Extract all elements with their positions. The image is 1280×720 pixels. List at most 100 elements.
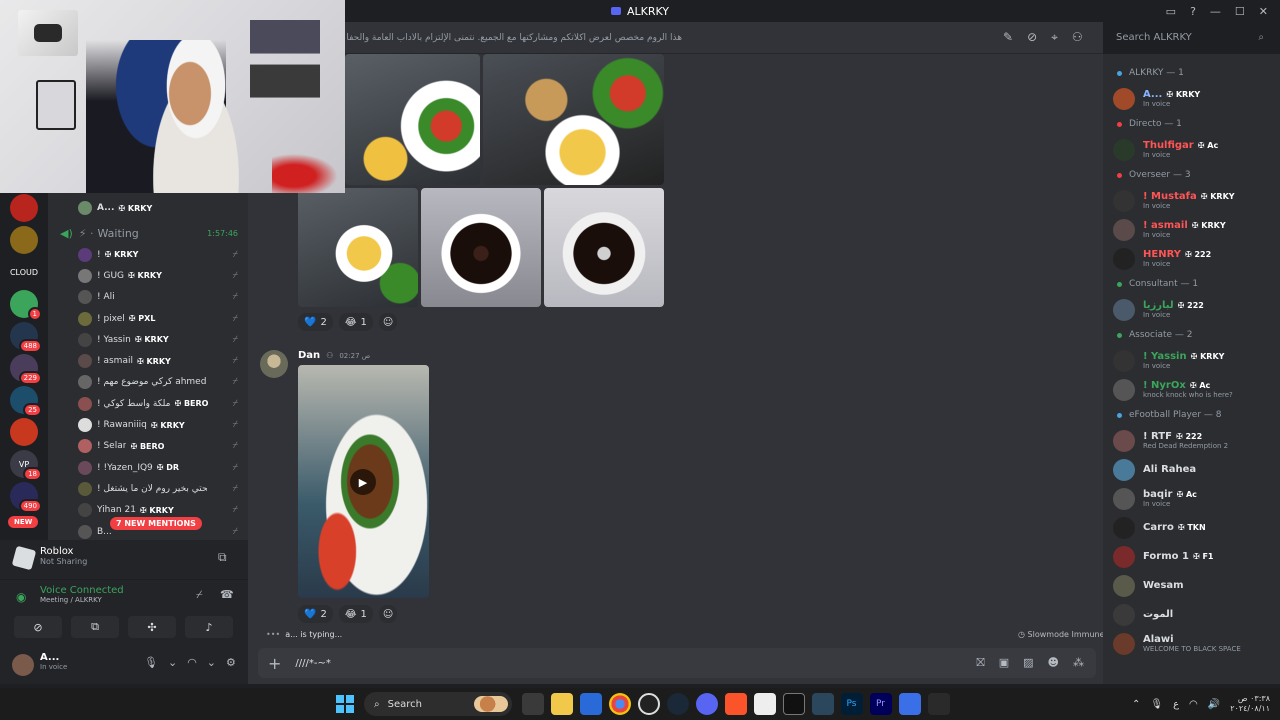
server-icon[interactable]: 1 bbox=[10, 290, 42, 321]
member-row[interactable]: Wesam bbox=[1103, 571, 1280, 600]
chrome-icon[interactable] bbox=[608, 693, 631, 715]
voice-member[interactable]: ! GUG ✠ KRKY ⌿ bbox=[48, 265, 248, 286]
steam-icon[interactable] bbox=[666, 693, 689, 715]
server-icon[interactable] bbox=[10, 226, 38, 254]
voice-status-channel[interactable]: Meeting / ALKRKY bbox=[40, 596, 124, 604]
notifications-muted-icon[interactable]: ⊘ bbox=[1027, 30, 1037, 45]
chevron-down-icon[interactable]: ⌄ bbox=[207, 656, 216, 669]
message-composer[interactable]: + ////*-~* ⛝ ▣ ▨ ☻ ⁂ bbox=[258, 648, 1096, 678]
microphone-icon[interactable]: 🎙 bbox=[144, 656, 158, 669]
maximize-button[interactable]: ☐ bbox=[1235, 5, 1245, 18]
voice-member[interactable]: ! ✠ KRKY ⌿ bbox=[48, 244, 248, 265]
member-row[interactable]: ! Mustafa ✠ KRKY In voice bbox=[1103, 186, 1280, 215]
soundboard-button[interactable]: ♪ bbox=[185, 616, 233, 638]
apps-icon[interactable]: ⁂ bbox=[1073, 656, 1084, 670]
chevron-down-icon[interactable]: ⌄ bbox=[168, 656, 177, 669]
threads-icon[interactable]: ✎ bbox=[1003, 30, 1013, 45]
food-image-1[interactable] bbox=[345, 54, 480, 185]
server-icon[interactable]: 229 bbox=[10, 354, 42, 385]
language-indicator[interactable]: ع bbox=[1173, 699, 1179, 710]
obs-icon[interactable] bbox=[637, 693, 660, 715]
help-icon[interactable]: ? bbox=[1190, 5, 1196, 18]
cake-image-1[interactable] bbox=[421, 188, 541, 307]
photoshop-icon[interactable]: Ps bbox=[840, 693, 863, 715]
server-icon[interactable]: 25 bbox=[10, 386, 42, 417]
attach-button[interactable]: + bbox=[268, 654, 281, 673]
noise-suppression-icon[interactable]: ⌿ bbox=[196, 588, 203, 602]
search-input[interactable]: Search ALKRKY ⌕ bbox=[1108, 28, 1272, 48]
voice-channel-waiting[interactable]: ◀) ⚡ · Waiting 1:57:46 bbox=[48, 222, 248, 244]
food-image-2[interactable] bbox=[483, 54, 664, 185]
server-icon[interactable]: 488 bbox=[10, 322, 42, 353]
server-icon[interactable]: 490 bbox=[10, 482, 42, 513]
taskbar-search[interactable]: ⌕ Search bbox=[364, 692, 512, 716]
reaction-laugh[interactable]: 😂 1 bbox=[338, 313, 373, 331]
disconnect-icon[interactable]: ☎ bbox=[220, 588, 234, 601]
video-attachment[interactable]: ▶ bbox=[298, 365, 429, 598]
members-icon[interactable]: ⚇ bbox=[1072, 30, 1083, 45]
minimize-button[interactable]: — bbox=[1210, 5, 1221, 18]
food-image-3[interactable] bbox=[298, 188, 418, 307]
member-row[interactable]: Ali Rahea bbox=[1103, 455, 1280, 484]
voice-top-user[interactable]: A... ✠ KRKY bbox=[48, 198, 248, 218]
active-app-icon[interactable] bbox=[898, 693, 921, 715]
member-row[interactable]: الموت bbox=[1103, 600, 1280, 629]
volume-icon[interactable]: 🔊 bbox=[1208, 699, 1220, 710]
voice-member[interactable]: ! Ali ⌿ bbox=[48, 287, 248, 308]
voice-member[interactable]: ! ملكة واسط كوكي ✠ BERO ⌿ bbox=[48, 393, 248, 414]
premiere-icon[interactable]: Pr bbox=[869, 693, 892, 715]
activities-button[interactable]: ✣ bbox=[128, 616, 176, 638]
capcut-icon[interactable] bbox=[782, 693, 805, 715]
user-avatar[interactable] bbox=[12, 654, 34, 676]
reaction-heart[interactable]: 💙 2 bbox=[298, 605, 333, 623]
voice-member[interactable]: ! Rawaniiiq ✠ KRKY ⌿ bbox=[48, 414, 248, 435]
reaction-heart[interactable]: 💙 2 bbox=[298, 313, 333, 331]
member-row[interactable]: Thulfigar ✠ Ac In voice bbox=[1103, 135, 1280, 164]
cake-image-2[interactable] bbox=[544, 188, 664, 307]
message-avatar[interactable] bbox=[260, 350, 288, 378]
voice-member[interactable]: ! Yassin ✠ KRKY ⌿ bbox=[48, 329, 248, 350]
server-icon[interactable] bbox=[10, 418, 38, 446]
voice-member[interactable]: ! سمحتي بخير روم لان ما يشتغل ⌿ bbox=[48, 478, 248, 499]
task-view-icon[interactable] bbox=[521, 693, 544, 715]
windows-start-icon[interactable] bbox=[336, 695, 354, 713]
reaction-laugh[interactable]: 😂 1 bbox=[338, 605, 373, 623]
emoji-icon[interactable]: ☻ bbox=[1048, 656, 1059, 670]
inbox-icon[interactable]: ▭ bbox=[1166, 5, 1176, 18]
file-explorer-icon[interactable] bbox=[550, 693, 573, 715]
new-unread-pill[interactable]: NEW bbox=[8, 516, 39, 528]
wifi-icon[interactable]: ◠ bbox=[1189, 699, 1198, 710]
member-row[interactable]: Carro ✠ TKN bbox=[1103, 513, 1280, 542]
clock[interactable]: ٠٣:٣٨ ص ٢٠٢٤/٠٨/١١ bbox=[1230, 694, 1270, 714]
sticker-icon[interactable]: ▨ bbox=[1023, 656, 1033, 670]
chevron-up-icon[interactable]: ⌃ bbox=[1132, 699, 1140, 710]
microphone-icon[interactable]: 🎙 bbox=[1150, 699, 1163, 710]
share-screen-icon[interactable]: ⧉ bbox=[218, 550, 227, 565]
member-row[interactable]: Formo 1 ✠ F1 bbox=[1103, 542, 1280, 571]
member-row[interactable]: A... ✠ KRKY In voice bbox=[1103, 84, 1280, 113]
member-row[interactable]: HENRY ✠ 222 In voice bbox=[1103, 244, 1280, 273]
settings-gear-icon[interactable]: ⚙ bbox=[226, 656, 236, 669]
faded-app-icon[interactable] bbox=[927, 693, 950, 715]
voice-member[interactable]: ! asmail ✠ KRKY ⌿ bbox=[48, 350, 248, 371]
member-row[interactable]: Alawi WELCOME TO BLACK SPACE bbox=[1103, 629, 1280, 658]
server-icon[interactable]: VP 18 bbox=[10, 450, 42, 481]
channel-topic[interactable]: هذا الروم مخصص لعرض أكلاتكم ومشاركتها مع… bbox=[345, 22, 1103, 54]
member-row[interactable]: ! Yassin ✠ KRKY In voice bbox=[1103, 346, 1280, 375]
camera-off-button[interactable]: ⊘ bbox=[14, 616, 62, 638]
server-icon[interactable] bbox=[10, 194, 38, 222]
member-row[interactable]: ! RTF ✠ 222 Red Dead Redemption 2 bbox=[1103, 426, 1280, 455]
member-row[interactable]: ! asmail ✠ KRKY In voice bbox=[1103, 215, 1280, 244]
voice-member[interactable]: ! pixel ✠ PXL ⌿ bbox=[48, 308, 248, 329]
screen-share-button[interactable]: ⧉ bbox=[71, 616, 119, 638]
member-row[interactable]: ! NyrOx ✠ Ac knock knock who is here? bbox=[1103, 375, 1280, 404]
close-button[interactable]: ✕ bbox=[1259, 5, 1268, 18]
voice-member[interactable]: ! !Yazen_IQ9 ✠ DR ⌿ bbox=[48, 457, 248, 478]
member-row[interactable]: لبارزيا ✠ 222 In voice bbox=[1103, 295, 1280, 324]
server-icon[interactable]: CLOUD bbox=[10, 258, 38, 286]
new-mentions-pill[interactable]: 7 NEW MENTIONS bbox=[110, 517, 202, 530]
add-reaction-button[interactable]: ☺ bbox=[378, 313, 398, 331]
member-row[interactable]: baqir ✠ Ac In voice bbox=[1103, 484, 1280, 513]
play-icon[interactable]: ▶ bbox=[350, 469, 376, 495]
gift-icon[interactable]: ⛝ bbox=[976, 656, 984, 670]
